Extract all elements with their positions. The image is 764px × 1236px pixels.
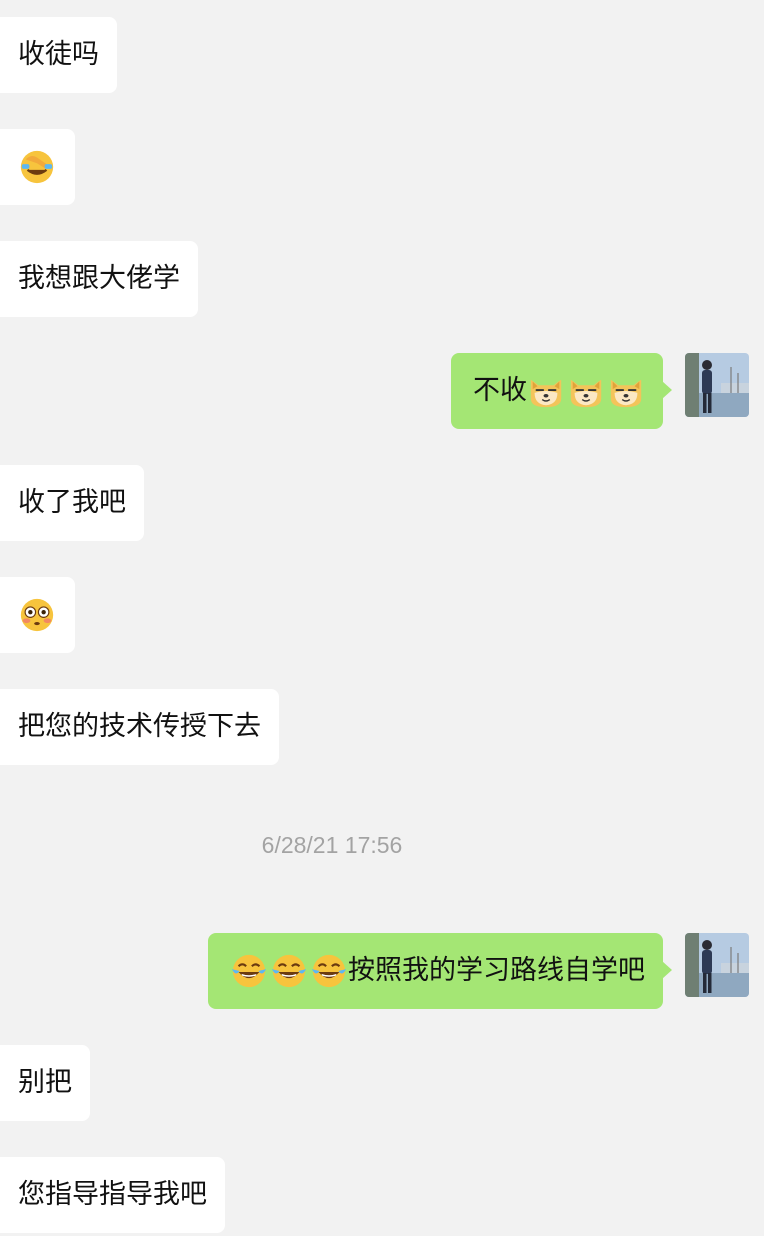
message-text: 收徒吗 <box>18 39 99 70</box>
message-bubble[interactable]: 我想跟大佬学 <box>0 241 198 317</box>
message-text: 您指导指导我吧 <box>18 1179 207 1210</box>
tears-of-joy-icon <box>230 952 268 990</box>
message-row <box>0 577 764 653</box>
message-bubble[interactable]: 您指导指导我吧 <box>0 1157 225 1233</box>
message-row: 把您的技术传授下去 <box>0 689 764 765</box>
message-bubble[interactable]: 别把 <box>0 1045 90 1121</box>
message-text: 把您的技术传授下去 <box>18 711 261 742</box>
message-row: 我想跟大佬学 <box>0 241 764 317</box>
message-text: 收了我吧 <box>18 487 126 518</box>
message-row: 收了我吧 <box>0 465 764 541</box>
facepalm-emoji-icon <box>18 148 56 186</box>
message-text: 我想跟大佬学 <box>18 263 180 294</box>
timestamp: 6/28/21 17:56 <box>261 832 403 858</box>
message-bubble[interactable] <box>0 129 75 205</box>
doge-icon <box>567 372 605 410</box>
message-text: 按照我的学习路线自学吧 <box>348 955 645 986</box>
message-row: 收徒吗 <box>0 17 764 93</box>
message-row: 别把 <box>0 1045 764 1121</box>
message-bubble[interactable]: 收徒吗 <box>0 17 117 93</box>
message-row <box>0 129 764 205</box>
message-row: 您指导指导我吧 <box>0 1157 764 1233</box>
doge-icon <box>607 372 645 410</box>
message-bubble[interactable]: 按照我的学习路线自学吧 <box>208 933 672 1009</box>
emoji-group <box>230 952 348 990</box>
message-row: 不收 <box>0 353 764 429</box>
message-bubble[interactable]: 不收 <box>451 353 672 429</box>
message-bubble[interactable] <box>0 577 75 653</box>
message-text: 不收 <box>473 375 527 406</box>
tears-of-joy-icon <box>310 952 348 990</box>
tears-of-joy-icon <box>270 952 308 990</box>
emoji-group <box>527 372 645 410</box>
avatar[interactable] <box>685 353 749 417</box>
doge-icon <box>527 372 565 410</box>
avatar[interactable] <box>685 933 749 997</box>
flushed-face-emoji-icon <box>18 596 56 634</box>
message-text: 别把 <box>18 1067 72 1098</box>
message-bubble[interactable]: 把您的技术传授下去 <box>0 689 279 765</box>
message-bubble[interactable]: 收了我吧 <box>0 465 144 541</box>
message-row: 按照我的学习路线自学吧 <box>0 933 764 1009</box>
